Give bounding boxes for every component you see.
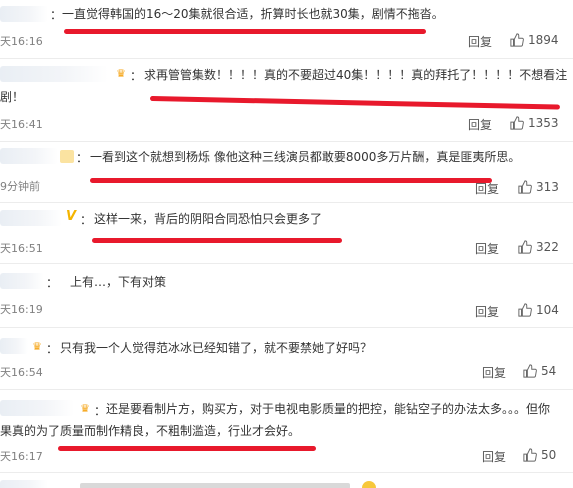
divider — [0, 58, 573, 59]
reply-button[interactable]: 回复 — [482, 364, 506, 381]
vip-v-icon: V — [65, 209, 77, 224]
cut-off-comment-text — [80, 483, 350, 488]
divider — [0, 263, 573, 264]
comment-item-partial — [0, 474, 573, 488]
comment-text: 上有…，下有对策 — [70, 275, 167, 289]
red-underline-annotation — [90, 178, 492, 183]
emoji-icon — [362, 481, 376, 488]
comment-item: ： 一直觉得韩国的16～20集就很合适，折算时长也就30集，剧情不拖沓。 天16… — [0, 0, 573, 56]
comment-time: 天16:54 — [0, 366, 43, 379]
comment-item: ： 上有…，下有对策 天16:19 回复 104 — [0, 265, 573, 323]
name-colon: ： — [46, 276, 59, 290]
thumbs-up-icon — [510, 33, 524, 47]
username-redacted[interactable] — [0, 210, 62, 226]
name-colon: ： — [76, 151, 89, 165]
like-button[interactable]: 313 — [518, 180, 559, 194]
like-button[interactable]: 1894 — [510, 33, 559, 47]
like-count: 322 — [536, 240, 559, 254]
red-underline-annotation — [58, 446, 316, 451]
name-colon: ： — [80, 213, 93, 227]
like-button[interactable]: 50 — [523, 448, 556, 462]
thumbs-up-icon — [523, 364, 537, 378]
thumbs-up-icon — [510, 116, 524, 130]
comment-item: ♛ ： 只有我一个人觉得范冰冰已经知错了，就不要禁她了好吗？ 天16:54 回复… — [0, 328, 573, 386]
like-count: 1353 — [528, 116, 559, 130]
like-count: 50 — [541, 448, 557, 462]
comment-item: ♛ ： 还是要看制片方，购买方，对于电视电影质量的把控，能钻空子的办法太多。。。… — [0, 390, 573, 470]
reply-button[interactable]: 回复 — [475, 180, 499, 197]
username-redacted[interactable] — [0, 148, 58, 164]
comment-item: ♛ ： 求再管管集数！！！！真的不要超过40集！！！！真的拜托了！！！！不想看注… — [0, 60, 573, 140]
like-button[interactable]: 322 — [518, 240, 559, 254]
thumbs-up-icon — [518, 303, 532, 317]
thumbs-up-icon — [523, 448, 537, 462]
thumbs-up-icon — [518, 240, 532, 254]
like-button[interactable]: 54 — [523, 364, 556, 378]
divider — [0, 202, 573, 203]
username-redacted[interactable] — [0, 6, 48, 22]
divider — [0, 472, 573, 473]
like-count: 104 — [536, 303, 559, 317]
comment-time: 天16:17 — [0, 450, 43, 463]
name-colon: ： — [46, 342, 59, 356]
comment-text: 还是要看制片方，购买方，对于电视电影质量的把控，能钻空子的办法太多。。。但你 果… — [0, 402, 551, 438]
reply-button[interactable]: 回复 — [475, 303, 499, 320]
reply-button[interactable]: 回复 — [468, 116, 492, 133]
comment-text: 一看到这个就想到杨烁 像他这种三线演员都敢要8000多万片酬，真是匪夷所思。 — [90, 150, 521, 164]
member-badge-icon — [60, 150, 74, 163]
comment-text: 这样一来，背后的阴阳合同恐怕只会更多了 — [94, 212, 323, 226]
like-count: 1894 — [528, 33, 559, 47]
comment-text: 只有我一个人觉得范冰冰已经知错了，就不要禁她了好吗？ — [60, 341, 373, 355]
reply-button[interactable]: 回复 — [475, 240, 499, 257]
like-count: 54 — [541, 364, 557, 378]
comment-text: 一直觉得韩国的16～20集就很合适，折算时长也就30集，剧情不拖沓。 — [62, 7, 444, 21]
comment-item: ： 一看到这个就想到杨烁 像他这种三线演员都敢要8000多万片酬，真是匪夷所思。… — [0, 142, 573, 200]
username-redacted[interactable] — [0, 273, 44, 289]
comment-time: 9分钟前 — [0, 180, 40, 193]
comment-item: V ： 这样一来，背后的阴阳合同恐怕只会更多了 天16:51 回复 322 — [0, 204, 573, 262]
red-underline-annotation — [64, 29, 426, 34]
like-button[interactable]: 1353 — [510, 116, 559, 130]
reply-button[interactable]: 回复 — [482, 448, 506, 465]
name-colon: ： — [50, 8, 63, 22]
comment-time: 天16:16 — [0, 35, 43, 48]
like-count: 313 — [536, 180, 559, 194]
username-redacted[interactable] — [0, 480, 48, 488]
comment-time: 天16:19 — [0, 303, 43, 316]
red-underline-annotation — [92, 238, 342, 243]
reply-button[interactable]: 回复 — [468, 33, 492, 50]
comment-time: 天16:51 — [0, 242, 43, 255]
thumbs-up-icon — [518, 180, 532, 194]
like-button[interactable]: 104 — [518, 303, 559, 317]
crown-icon: ♛ — [32, 340, 42, 353]
username-redacted[interactable] — [0, 338, 28, 354]
comment-time: 天16:41 — [0, 118, 43, 131]
